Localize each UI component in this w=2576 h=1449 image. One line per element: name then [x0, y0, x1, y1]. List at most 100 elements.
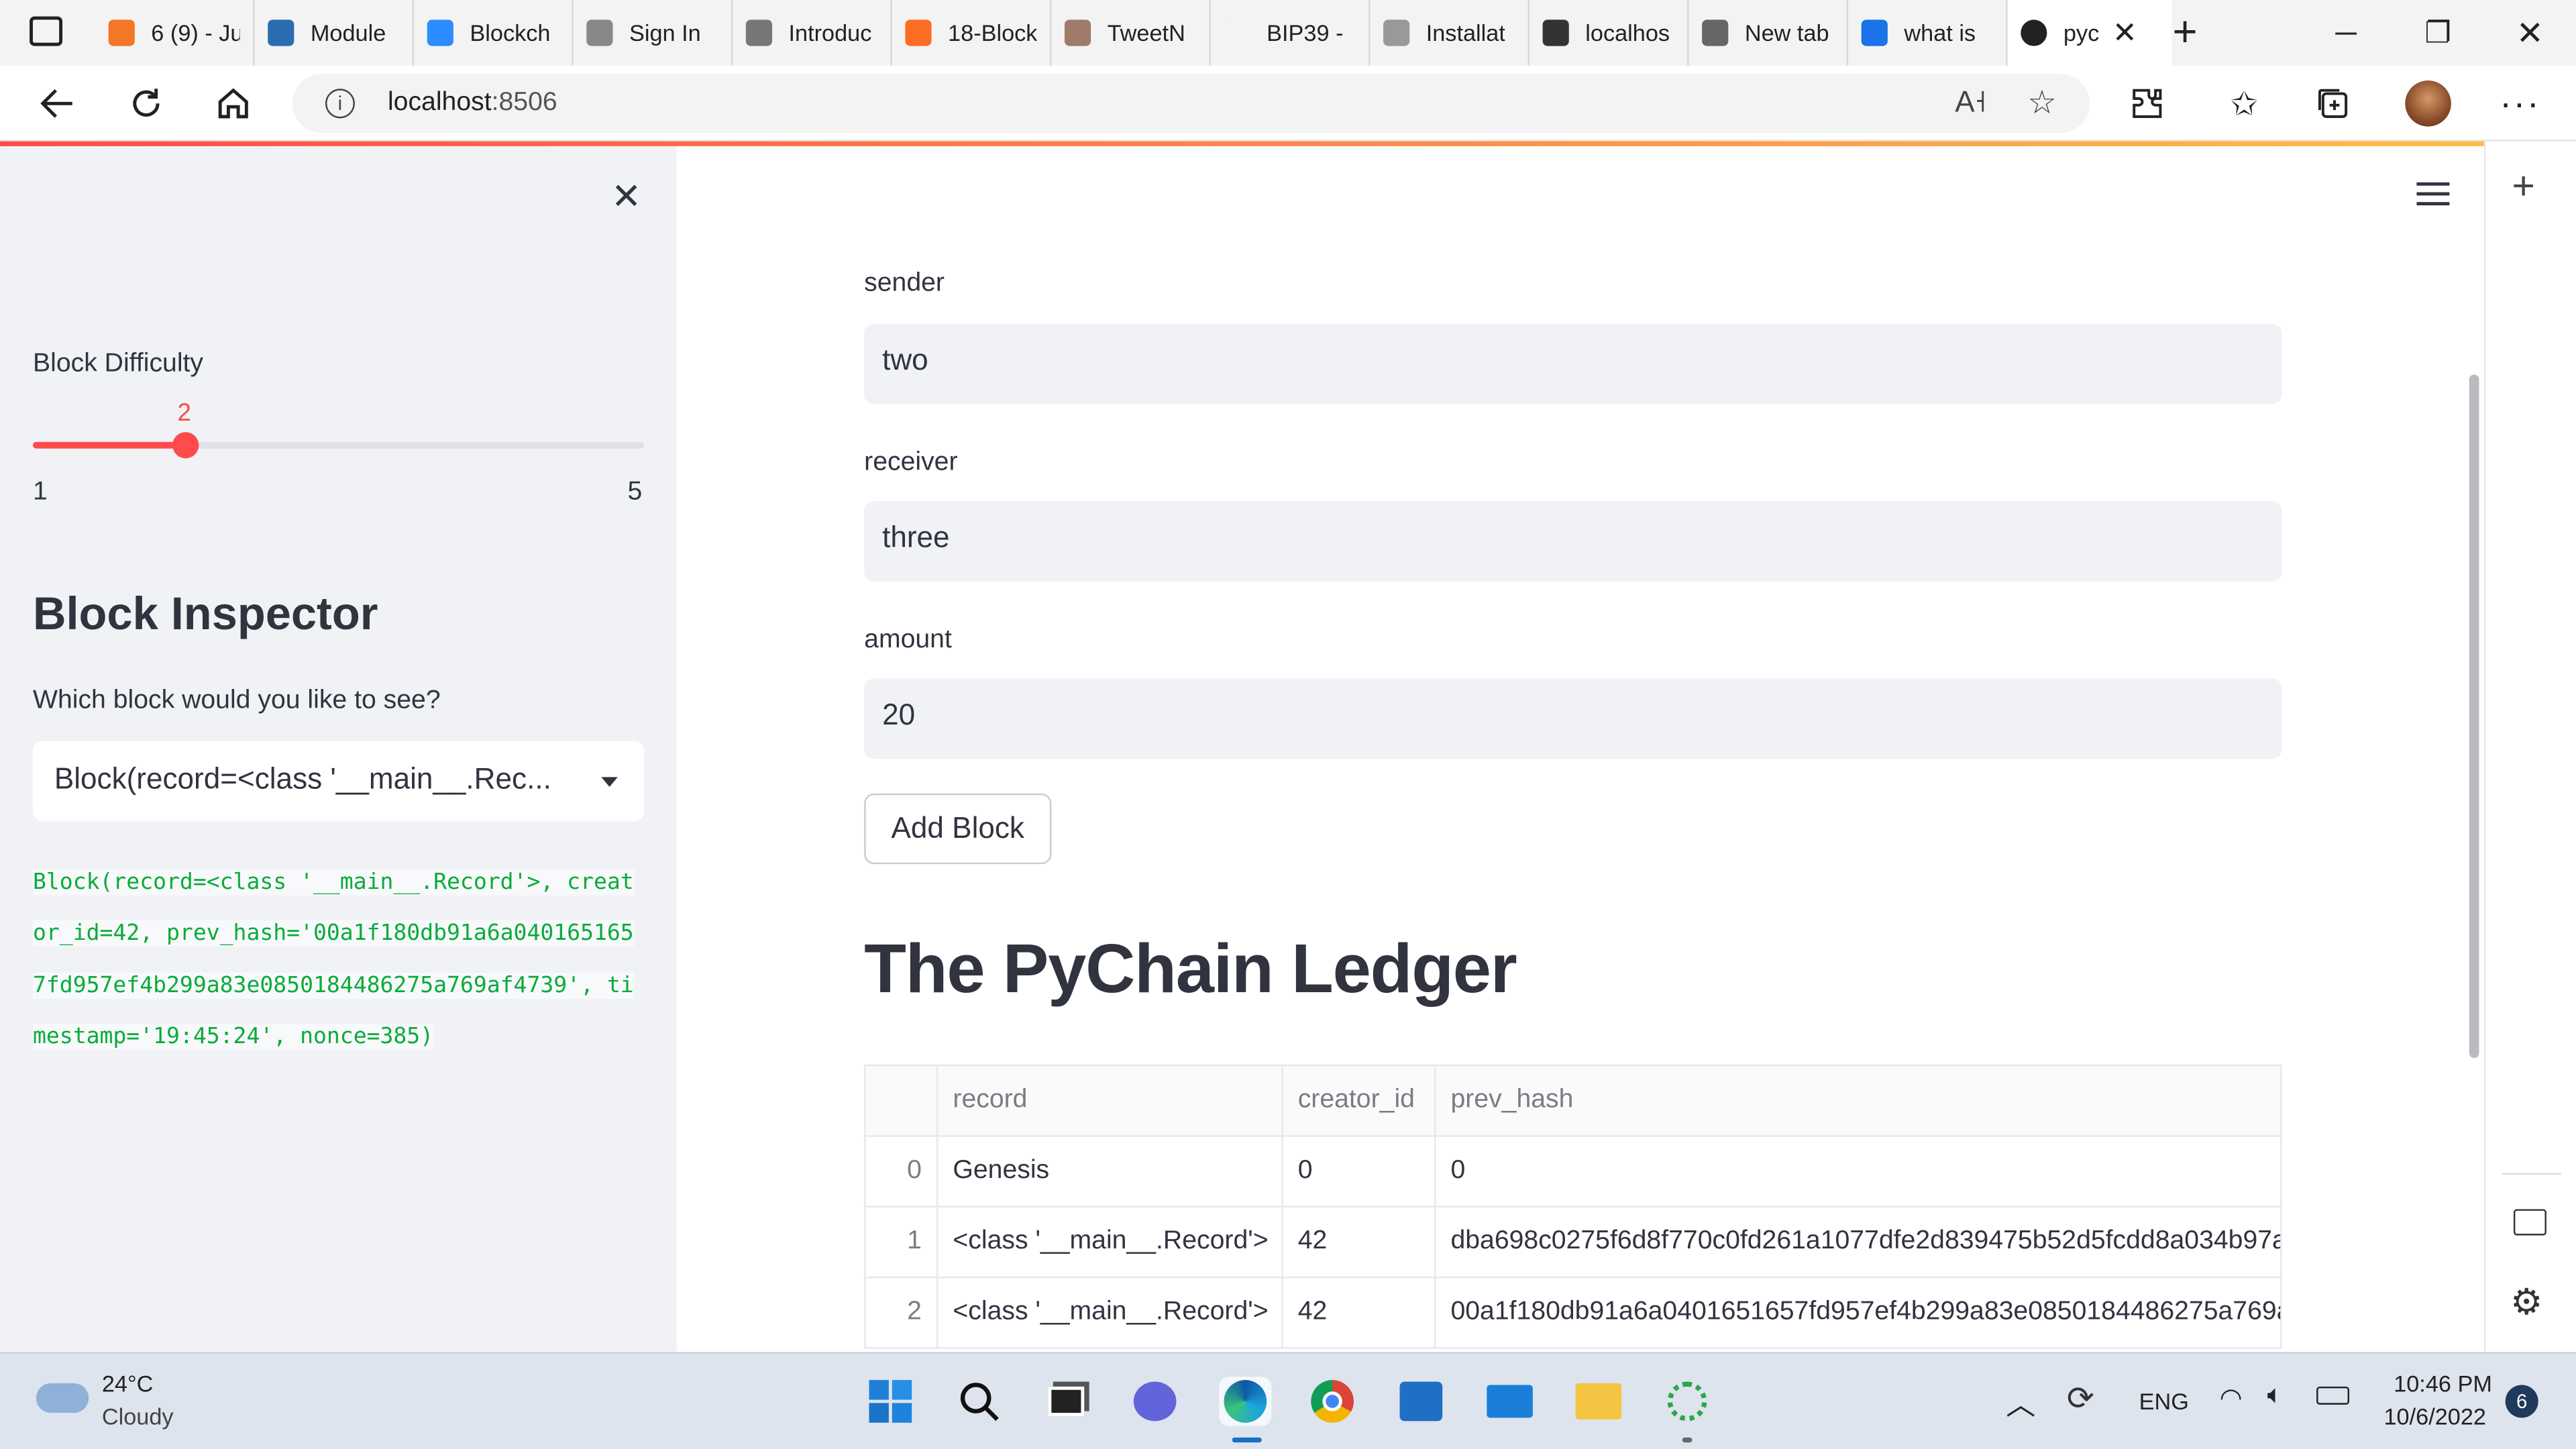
- browser-tab-bar: 6 (9) - Ju Module Blockch Sign In Introduc 18…: [0, 0, 2576, 66]
- slider-max: 5: [627, 478, 643, 506]
- tab-image[interactable]: TweetN: [1051, 0, 1211, 66]
- back-button[interactable]: [33, 79, 82, 128]
- sidebar-close-icon[interactable]: ✕: [611, 176, 641, 219]
- edge-add-icon[interactable]: +: [2512, 164, 2534, 211]
- file-explorer-icon[interactable]: [1574, 1377, 1623, 1426]
- store-icon[interactable]: [1397, 1377, 1446, 1426]
- url-field[interactable]: i localhost:8506 A˧ ☆: [292, 74, 2090, 133]
- clock-date[interactable]: 10/6/2022: [2383, 1403, 2486, 1429]
- loading-app-icon[interactable]: [1662, 1377, 1711, 1426]
- column-header[interactable]: record: [936, 1064, 1283, 1137]
- task-view-icon[interactable]: [1042, 1377, 1091, 1426]
- refresh-button[interactable]: [121, 79, 170, 128]
- teams-chat-icon[interactable]: [1130, 1377, 1179, 1426]
- language-indicator[interactable]: ENG: [2139, 1388, 2189, 1414]
- close-tab-icon[interactable]: ✕: [2112, 15, 2137, 50]
- edge-icon[interactable]: [1219, 1377, 1272, 1426]
- weather-temp[interactable]: 24°C: [102, 1370, 154, 1396]
- slider-current-value: 2: [177, 399, 191, 427]
- page-icon: [586, 19, 613, 46]
- slider-fill: [32, 441, 186, 449]
- extensions-icon[interactable]: [2125, 80, 2171, 127]
- block-select[interactable]: Block(record=<class '__main__.Rec...: [32, 741, 645, 822]
- tab-label: Introduc: [788, 19, 872, 46]
- tab-blank[interactable]: BIP39 -: [1211, 0, 1371, 66]
- tab-zoom[interactable]: Blockch: [414, 0, 574, 66]
- tab-doc[interactable]: localhos: [1529, 0, 1689, 66]
- streamlit-top-decoration: [0, 141, 2484, 146]
- battery-icon[interactable]: [2316, 1386, 2350, 1405]
- bootcamp-icon: [268, 19, 294, 46]
- truffle-icon: [1383, 19, 1410, 46]
- url-host: localhost: [387, 89, 492, 117]
- column-header[interactable]: [864, 1064, 938, 1137]
- doc-icon: [1542, 19, 1569, 46]
- main-scrollbar[interactable]: [2469, 374, 2479, 1059]
- mail-icon[interactable]: [1485, 1377, 1534, 1426]
- chrome-icon[interactable]: [1307, 1377, 1356, 1426]
- site-info-icon[interactable]: i: [325, 89, 355, 119]
- table-row[interactable]: 2 <class '__main__.Record'> 42 00a1f180db91…: [864, 1276, 2282, 1349]
- ledger-table[interactable]: record creator_id prev_hash 0 Genesis 0 0 1 <cl…: [864, 1064, 2282, 1349]
- block-select-value: Block(record=<class '__main__.Rec...: [54, 762, 551, 796]
- column-header[interactable]: prev_hash: [1434, 1064, 2282, 1137]
- column-header[interactable]: creator_id: [1281, 1064, 1436, 1137]
- notification-badge[interactable]: 6: [2505, 1385, 2538, 1418]
- table-cell: 0: [864, 1135, 938, 1208]
- new-tab-button[interactable]: +: [2162, 10, 2208, 56]
- more-options-icon[interactable]: ···: [2497, 80, 2543, 127]
- tab-streamlit[interactable]: pyc ✕: [2007, 0, 2172, 66]
- restore-button[interactable]: ❐: [2392, 0, 2484, 66]
- table-header: record creator_id prev_hash: [864, 1064, 2282, 1137]
- close-window-button[interactable]: ✕: [2484, 0, 2576, 66]
- back-arrow-icon: [40, 89, 72, 118]
- tab-label: what is: [1904, 19, 1976, 46]
- table-cell: 0: [1281, 1135, 1436, 1208]
- read-aloud-icon[interactable]: A˧: [1955, 85, 1986, 119]
- receiver-input[interactable]: three: [864, 500, 2282, 582]
- start-windows-icon[interactable]: [866, 1377, 915, 1426]
- sync-icon[interactable]: ⟳: [2067, 1379, 2094, 1419]
- slider-thumb[interactable]: [172, 432, 199, 459]
- add-favorite-icon[interactable]: ☆: [2027, 82, 2057, 123]
- tab-newtab[interactable]: New tab: [1689, 0, 1849, 66]
- tab-page[interactable]: Sign In: [574, 0, 733, 66]
- blank-icon: [1224, 19, 1250, 46]
- table-row[interactable]: 1 <class '__main__.Record'> 42 dba698c0275f…: [864, 1205, 2282, 1279]
- clock-time[interactable]: 10:46 PM: [2394, 1370, 2492, 1396]
- show-hidden-icons-chevron-icon[interactable]: ︿: [2006, 1382, 2035, 1425]
- home-button[interactable]: [209, 79, 258, 128]
- settings-gear-icon[interactable]: ⚙: [2510, 1281, 2542, 1324]
- tab-bootcamp[interactable]: Module: [255, 0, 415, 66]
- table-cell: 42: [1281, 1205, 1436, 1279]
- zoom-icon: [427, 19, 453, 46]
- tab-actions-icon[interactable]: [30, 16, 63, 46]
- amount-input[interactable]: 20: [864, 678, 2282, 759]
- collections-icon[interactable]: [2310, 80, 2356, 127]
- volume-icon[interactable]: 🔈︎: [2267, 1382, 2284, 1411]
- favorites-icon[interactable]: ✩: [2221, 80, 2267, 127]
- hamburger-menu-icon[interactable]: [2416, 182, 2450, 206]
- add-block-button[interactable]: Add Block: [864, 793, 1052, 865]
- tab-jupyter[interactable]: 6 (9) - Ju: [95, 0, 255, 66]
- wifi-icon[interactable]: ◠: [2220, 1382, 2243, 1415]
- tab-truffle[interactable]: Installat: [1370, 0, 1530, 66]
- difficulty-slider[interactable]: [32, 432, 645, 459]
- slider-min: 1: [32, 478, 48, 506]
- tab-gitlab[interactable]: 18-Block: [892, 0, 1052, 66]
- address-bar-row: i localhost:8506 A˧ ☆ ✩ ···: [0, 65, 2576, 142]
- search-icon[interactable]: [955, 1377, 1004, 1426]
- sender-input[interactable]: two: [864, 323, 2282, 405]
- table-cell: 1: [864, 1205, 938, 1279]
- tab-search[interactable]: what is: [1848, 0, 2008, 66]
- url-port: :8506: [491, 89, 557, 117]
- tab-reader[interactable]: Introduc: [733, 0, 892, 66]
- weather-desc: Cloudy: [101, 1403, 174, 1430]
- hide-sidebar-icon[interactable]: [2513, 1209, 2546, 1236]
- table-cell: 42: [1281, 1276, 1436, 1349]
- table-row[interactable]: 0 Genesis 0 0: [864, 1135, 2282, 1208]
- minimize-button[interactable]: ─: [2300, 0, 2392, 66]
- tab-label: Module: [310, 19, 386, 46]
- profile-avatar[interactable]: [2405, 80, 2451, 127]
- windows-taskbar: 24°C Cloudy ︿ ⟳ ENG ◠ 🔈︎ 10:46 PM 10/6/2…: [0, 1352, 2576, 1449]
